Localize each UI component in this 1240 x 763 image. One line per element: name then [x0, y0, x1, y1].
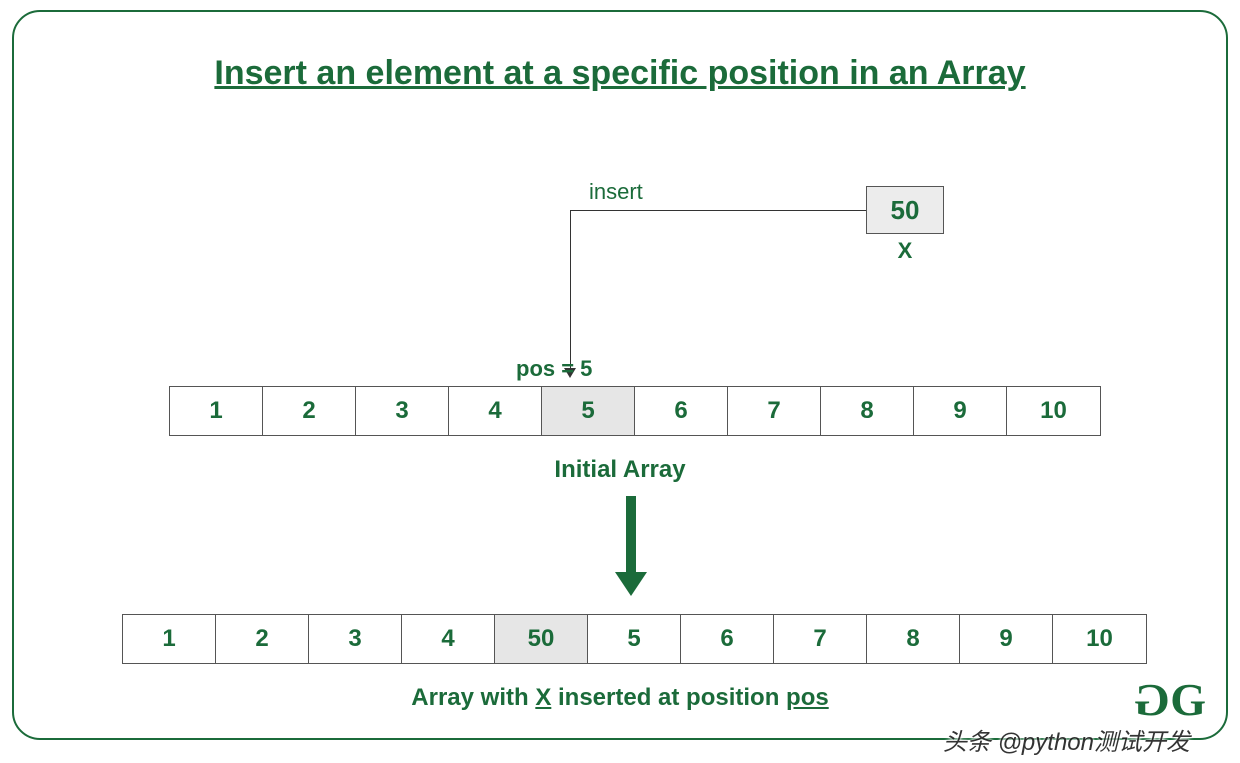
insert-arrow-vertical	[570, 210, 571, 374]
array-cell: 6	[635, 387, 728, 435]
brand-logo: GG	[1140, 673, 1200, 726]
x-value-box: 50	[866, 186, 944, 234]
array-cell: 2	[216, 615, 309, 663]
insert-arrow-horizontal	[570, 210, 866, 211]
array-cell: 6	[681, 615, 774, 663]
x-label: X	[866, 238, 944, 264]
position-label: pos = 5	[516, 356, 592, 382]
array-cell: 9	[960, 615, 1053, 663]
array-cell: 5	[542, 387, 635, 435]
transform-arrow-shaft	[626, 496, 636, 574]
array-cell: 1	[123, 615, 216, 663]
array-cell: 7	[774, 615, 867, 663]
array-cell: 7	[728, 387, 821, 435]
array-cell: 2	[263, 387, 356, 435]
diagram-title: Insert an element at a specific position…	[14, 54, 1226, 93]
transform-arrow-head	[615, 572, 647, 596]
result-caption-pre: Array with	[411, 684, 535, 711]
initial-array: 12345678910	[169, 386, 1101, 436]
array-cell: 4	[449, 387, 542, 435]
array-cell: 50	[495, 615, 588, 663]
array-cell: 8	[867, 615, 960, 663]
result-array-caption: Array with X inserted at position pos	[14, 684, 1226, 712]
initial-array-caption: Initial Array	[14, 456, 1226, 484]
array-cell: 9	[914, 387, 1007, 435]
watermark-text: 头条 @python测试开发	[943, 722, 1190, 757]
result-caption-x: X	[535, 684, 551, 711]
array-cell: 5	[588, 615, 681, 663]
array-cell: 3	[309, 615, 402, 663]
array-cell: 10	[1053, 615, 1146, 663]
array-cell: 1	[170, 387, 263, 435]
array-cell: 3	[356, 387, 449, 435]
array-cell: 10	[1007, 387, 1100, 435]
array-cell: 4	[402, 615, 495, 663]
result-array: 1234505678910	[122, 614, 1147, 664]
insert-label: insert	[589, 179, 643, 205]
diagram-frame: Insert an element at a specific position…	[12, 10, 1228, 740]
result-caption-mid: inserted at position	[551, 684, 786, 711]
array-cell: 8	[821, 387, 914, 435]
result-caption-pos: pos	[786, 684, 829, 711]
